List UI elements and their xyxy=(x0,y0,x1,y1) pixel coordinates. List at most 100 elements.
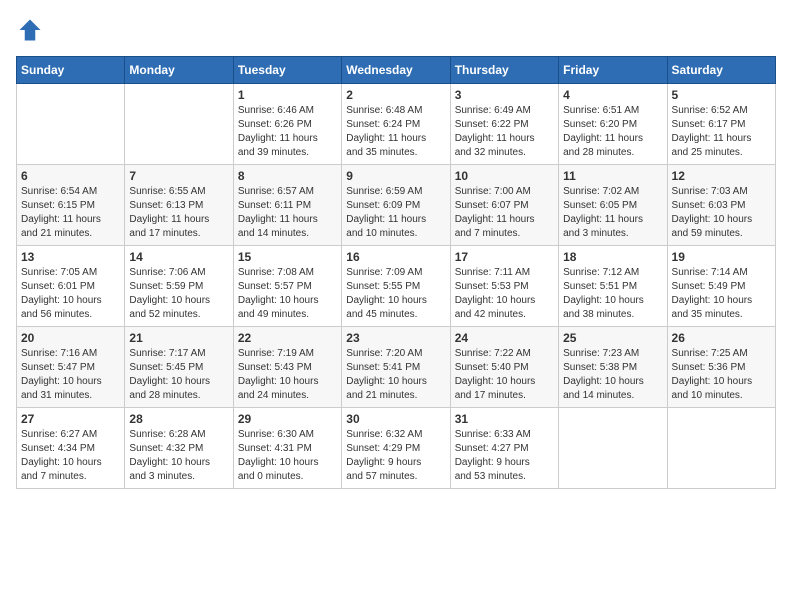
calendar-week-4: 27 Sunrise: 6:27 AM Sunset: 4:34 PM Dayli… xyxy=(17,408,776,489)
day-info: Sunrise: 6:30 AM Sunset: 4:31 PM Dayligh… xyxy=(238,428,337,484)
calendar-cell: 15 Sunrise: 7:08 AM Sunset: 5:57 PM Dayli… xyxy=(233,246,341,327)
calendar-cell: 19 Sunrise: 7:14 AM Sunset: 5:49 PM Dayli… xyxy=(667,246,775,327)
calendar-cell: 8 Sunrise: 6:57 AM Sunset: 6:11 PM Daylig… xyxy=(233,165,341,246)
day-info: Sunrise: 7:06 AM Sunset: 5:59 PM Dayligh… xyxy=(129,266,228,322)
calendar-cell: 6 Sunrise: 6:54 AM Sunset: 6:15 PM Daylig… xyxy=(17,165,125,246)
day-info: Sunrise: 7:12 AM Sunset: 5:51 PM Dayligh… xyxy=(563,266,662,322)
day-number: 25 xyxy=(563,331,662,345)
calendar-cell: 1 Sunrise: 6:46 AM Sunset: 6:26 PM Daylig… xyxy=(233,84,341,165)
calendar-cell: 14Sunrise: 7:06 AM Sunset: 5:59 PM Dayli… xyxy=(125,246,233,327)
day-info: Sunrise: 7:23 AM Sunset: 5:38 PM Dayligh… xyxy=(563,347,662,403)
day-info: Sunrise: 7:19 AM Sunset: 5:43 PM Dayligh… xyxy=(238,347,337,403)
day-number: 15 xyxy=(238,250,337,264)
weekday-header-sunday: Sunday xyxy=(17,57,125,84)
day-number: 3 xyxy=(455,88,554,102)
day-number: 1 xyxy=(238,88,337,102)
calendar-week-1: 6 Sunrise: 6:54 AM Sunset: 6:15 PM Daylig… xyxy=(17,165,776,246)
calendar-cell xyxy=(125,84,233,165)
day-info: Sunrise: 6:33 AM Sunset: 4:27 PM Dayligh… xyxy=(455,428,554,484)
day-number: 21 xyxy=(129,331,228,345)
day-info: Sunrise: 7:02 AM Sunset: 6:05 PM Dayligh… xyxy=(563,185,662,241)
day-info: Sunrise: 7:14 AM Sunset: 5:49 PM Dayligh… xyxy=(672,266,771,322)
day-info: Sunrise: 6:27 AM Sunset: 4:34 PM Dayligh… xyxy=(21,428,120,484)
calendar-cell: 13 Sunrise: 7:05 AM Sunset: 6:01 PM Dayli… xyxy=(17,246,125,327)
calendar-cell: 4 Sunrise: 6:51 AM Sunset: 6:20 PM Daylig… xyxy=(559,84,667,165)
logo-icon xyxy=(16,16,44,44)
weekday-header-thursday: Thursday xyxy=(450,57,558,84)
day-info: Sunrise: 7:16 AM Sunset: 5:47 PM Dayligh… xyxy=(21,347,120,403)
day-number: 31 xyxy=(455,412,554,426)
day-info: Sunrise: 6:52 AM Sunset: 6:17 PM Dayligh… xyxy=(672,104,771,160)
calendar-cell: 7 Sunrise: 6:55 AM Sunset: 6:13 PM Daylig… xyxy=(125,165,233,246)
day-number: 19 xyxy=(672,250,771,264)
day-number: 9 xyxy=(346,169,445,183)
day-number: 26 xyxy=(672,331,771,345)
day-number: 11 xyxy=(563,169,662,183)
day-number: 6 xyxy=(21,169,120,183)
calendar-week-3: 20 Sunrise: 7:16 AM Sunset: 5:47 PM Dayli… xyxy=(17,327,776,408)
calendar-cell xyxy=(667,408,775,489)
day-info: Sunrise: 7:25 AM Sunset: 5:36 PM Dayligh… xyxy=(672,347,771,403)
weekday-header-friday: Friday xyxy=(559,57,667,84)
calendar-cell: 31 Sunrise: 6:33 AM Sunset: 4:27 PM Dayli… xyxy=(450,408,558,489)
day-info: Sunrise: 7:17 AM Sunset: 5:45 PM Dayligh… xyxy=(129,347,228,403)
calendar-cell: 26 Sunrise: 7:25 AM Sunset: 5:36 PM Dayli… xyxy=(667,327,775,408)
calendar-cell: 9Sunrise: 6:59 AM Sunset: 6:09 PM Daylig… xyxy=(342,165,450,246)
day-number: 16 xyxy=(346,250,445,264)
day-info: Sunrise: 6:49 AM Sunset: 6:22 PM Dayligh… xyxy=(455,104,554,160)
day-info: Sunrise: 7:08 AM Sunset: 5:57 PM Dayligh… xyxy=(238,266,337,322)
day-info: Sunrise: 6:57 AM Sunset: 6:11 PM Dayligh… xyxy=(238,185,337,241)
calendar-cell: 30 Sunrise: 6:32 AM Sunset: 4:29 PM Dayli… xyxy=(342,408,450,489)
day-number: 8 xyxy=(238,169,337,183)
day-number: 24 xyxy=(455,331,554,345)
calendar-cell: 10 Sunrise: 7:00 AM Sunset: 6:07 PM Dayli… xyxy=(450,165,558,246)
day-info: Sunrise: 7:00 AM Sunset: 6:07 PM Dayligh… xyxy=(455,185,554,241)
day-number: 22 xyxy=(238,331,337,345)
day-number: 20 xyxy=(21,331,120,345)
calendar-cell: 3 Sunrise: 6:49 AM Sunset: 6:22 PM Daylig… xyxy=(450,84,558,165)
calendar-cell: 17Sunrise: 7:11 AM Sunset: 5:53 PM Dayli… xyxy=(450,246,558,327)
day-info: Sunrise: 7:03 AM Sunset: 6:03 PM Dayligh… xyxy=(672,185,771,241)
weekday-header-tuesday: Tuesday xyxy=(233,57,341,84)
page-header xyxy=(16,16,776,44)
logo xyxy=(16,16,48,44)
weekday-header-wednesday: Wednesday xyxy=(342,57,450,84)
day-number: 28 xyxy=(129,412,228,426)
day-info: Sunrise: 6:51 AM Sunset: 6:20 PM Dayligh… xyxy=(563,104,662,160)
weekday-header-saturday: Saturday xyxy=(667,57,775,84)
calendar-cell: 18 Sunrise: 7:12 AM Sunset: 5:51 PM Dayli… xyxy=(559,246,667,327)
calendar-cell: 5 Sunrise: 6:52 AM Sunset: 6:17 PM Daylig… xyxy=(667,84,775,165)
day-info: Sunrise: 6:54 AM Sunset: 6:15 PM Dayligh… xyxy=(21,185,120,241)
day-info: Sunrise: 6:48 AM Sunset: 6:24 PM Dayligh… xyxy=(346,104,445,160)
calendar-cell: 24Sunrise: 7:22 AM Sunset: 5:40 PM Dayli… xyxy=(450,327,558,408)
calendar-cell xyxy=(17,84,125,165)
calendar-cell: 11 Sunrise: 7:02 AM Sunset: 6:05 PM Dayli… xyxy=(559,165,667,246)
day-number: 29 xyxy=(238,412,337,426)
day-info: Sunrise: 6:55 AM Sunset: 6:13 PM Dayligh… xyxy=(129,185,228,241)
calendar-cell: 21 Sunrise: 7:17 AM Sunset: 5:45 PM Dayli… xyxy=(125,327,233,408)
day-number: 7 xyxy=(129,169,228,183)
calendar-cell: 28 Sunrise: 6:28 AM Sunset: 4:32 PM Dayli… xyxy=(125,408,233,489)
calendar-cell: 2Sunrise: 6:48 AM Sunset: 6:24 PM Daylig… xyxy=(342,84,450,165)
calendar-week-2: 13 Sunrise: 7:05 AM Sunset: 6:01 PM Dayli… xyxy=(17,246,776,327)
day-info: Sunrise: 7:11 AM Sunset: 5:53 PM Dayligh… xyxy=(455,266,554,322)
day-number: 5 xyxy=(672,88,771,102)
day-number: 13 xyxy=(21,250,120,264)
day-info: Sunrise: 6:28 AM Sunset: 4:32 PM Dayligh… xyxy=(129,428,228,484)
day-number: 23 xyxy=(346,331,445,345)
day-number: 10 xyxy=(455,169,554,183)
calendar-cell: 23 Sunrise: 7:20 AM Sunset: 5:41 PM Dayli… xyxy=(342,327,450,408)
day-number: 18 xyxy=(563,250,662,264)
day-number: 30 xyxy=(346,412,445,426)
day-info: Sunrise: 6:32 AM Sunset: 4:29 PM Dayligh… xyxy=(346,428,445,484)
day-info: Sunrise: 7:20 AM Sunset: 5:41 PM Dayligh… xyxy=(346,347,445,403)
day-number: 4 xyxy=(563,88,662,102)
calendar-cell: 22 Sunrise: 7:19 AM Sunset: 5:43 PM Dayli… xyxy=(233,327,341,408)
day-number: 27 xyxy=(21,412,120,426)
calendar-cell: 16 Sunrise: 7:09 AM Sunset: 5:55 PM Dayli… xyxy=(342,246,450,327)
day-info: Sunrise: 7:09 AM Sunset: 5:55 PM Dayligh… xyxy=(346,266,445,322)
day-info: Sunrise: 7:05 AM Sunset: 6:01 PM Dayligh… xyxy=(21,266,120,322)
day-info: Sunrise: 6:46 AM Sunset: 6:26 PM Dayligh… xyxy=(238,104,337,160)
calendar-cell: 12 Sunrise: 7:03 AM Sunset: 6:03 PM Dayli… xyxy=(667,165,775,246)
day-number: 12 xyxy=(672,169,771,183)
